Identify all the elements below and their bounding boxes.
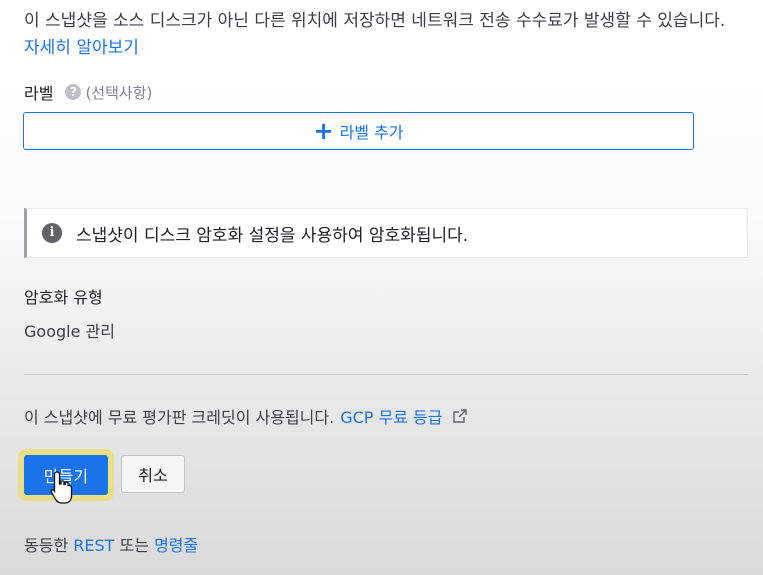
learn-more-link[interactable]: 자세히 알아보기	[24, 38, 139, 58]
network-fee-notice: 이 스냅샷을 소스 디스크가 아닌 다른 위치에 저장하면 네트워크 전송 수수…	[24, 8, 744, 62]
info-message: 스냅샷이 디스크 암호화 설정을 사용하여 암호화됩니다.	[76, 225, 469, 246]
encryption-type-title: 암호화 유형	[24, 288, 103, 307]
notice-text: 이 스냅샷을 소스 디스크가 아닌 다른 위치에 저장하면 네트워크 전송 수수…	[24, 11, 726, 31]
add-label-button[interactable]: + 라벨 추가	[23, 112, 694, 150]
hand-cursor-icon	[50, 471, 73, 504]
divider	[24, 374, 748, 375]
help-icon[interactable]: ?	[65, 84, 82, 100]
info-icon: i	[42, 223, 62, 243]
labels-optional: (선택사항)	[85, 83, 153, 102]
gcp-free-tier-link[interactable]: GCP 무료 등급	[340, 404, 442, 428]
rest-prefix: 동등한	[24, 536, 69, 555]
encryption-type-value: Google 관리	[24, 322, 115, 341]
credit-text: 이 스냅샷에 무료 평가판 크레딧이 사용됩니다.	[24, 408, 335, 427]
labels-title: 라벨	[24, 84, 54, 103]
rest-middle: 또는	[119, 536, 149, 555]
equivalent-rest-cmd: 동등한 REST 또는 명령줄	[24, 532, 198, 556]
cancel-button[interactable]: 취소	[121, 455, 185, 493]
external-link-icon[interactable]	[452, 408, 468, 424]
rest-link[interactable]: REST	[73, 536, 114, 555]
add-label-text: 라벨 추가	[339, 123, 404, 142]
command-line-link[interactable]: 명령줄	[154, 536, 198, 555]
free-trial-credit-notice: 이 스냅샷에 무료 평가판 크레딧이 사용됩니다. GCP 무료 등급	[24, 404, 468, 428]
labels-header: 라벨 ? (선택사항)	[24, 80, 152, 104]
plus-icon: +	[313, 117, 334, 145]
encryption-info-box: i 스냅샷이 디스크 암호화 설정을 사용하여 암호화됩니다.	[24, 208, 748, 258]
